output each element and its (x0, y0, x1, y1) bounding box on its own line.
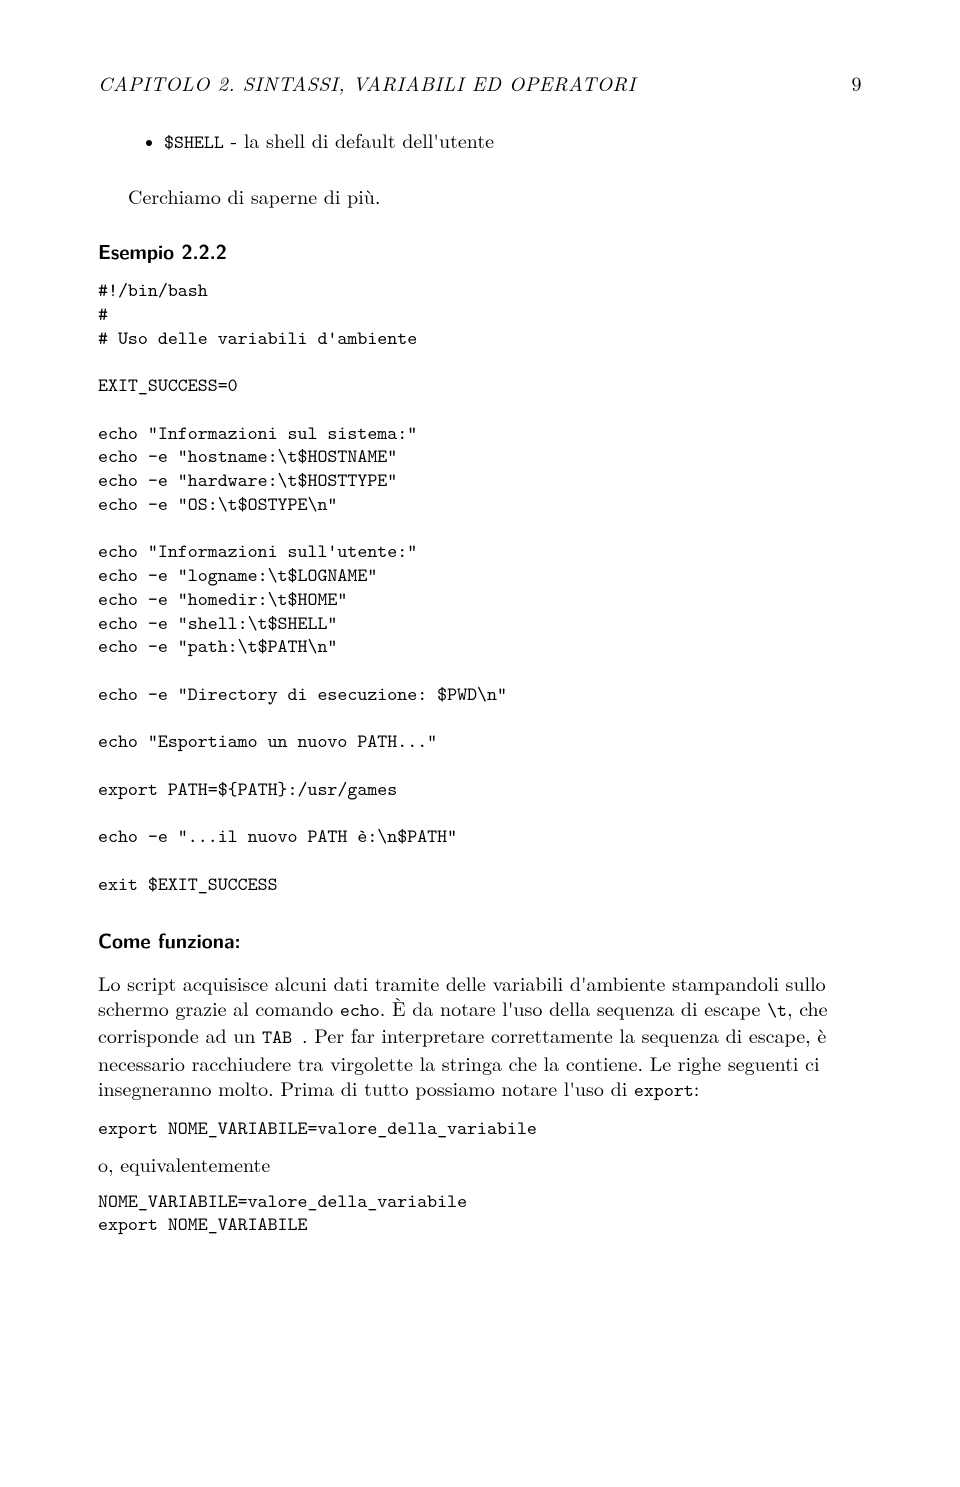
code-block-export-2: NOME_VARIABILE=valore_della_variabile ex… (98, 1190, 862, 1238)
bullet-text: $SHELL - la shell di default dell'utente (164, 125, 494, 154)
how-it-works-heading: Come funziona: (98, 919, 862, 958)
header-title: CAPITOLO 2. SINTASSI, VARIABILI ED OPERA… (98, 68, 636, 97)
explanation-text-5: : (694, 1073, 700, 1102)
bullet-icon (146, 140, 152, 146)
bullet-code: $SHELL (164, 130, 224, 155)
explanation-text-2: . È da notare l'uso della sequenza di es… (380, 993, 767, 1022)
explanation-tt-export: export (634, 1078, 694, 1103)
explanation-tt-echo: echo (340, 998, 380, 1023)
explanation-tt-escape: \t (767, 998, 787, 1023)
intro-sentence: Cerchiamo di saperne di più. (98, 183, 862, 208)
page-number: 9 (852, 68, 863, 97)
code-block-export-1: export NOME_VARIABILE=valore_della_varia… (98, 1117, 862, 1141)
example-label: Esempio 2.2.2 (98, 236, 227, 265)
bullet-item: $SHELL - la shell di default dell'utente (146, 125, 862, 155)
code-block-main: #!/bin/bash # # Uso delle variabili d'am… (98, 279, 862, 897)
equivalently-text: o, equivalentemente (98, 1151, 862, 1176)
explanation-tt-tab: TAB (262, 1025, 302, 1050)
how-it-works-label: Come funziona: (98, 925, 241, 954)
page-container: CAPITOLO 2. SINTASSI, VARIABILI ED OPERA… (0, 0, 960, 1487)
bullet-rest: - la shell di default dell'utente (224, 125, 494, 154)
explanation-paragraph: Lo script acquisisce alcuni dati tramite… (98, 970, 862, 1103)
running-header: CAPITOLO 2. SINTASSI, VARIABILI ED OPERA… (98, 68, 862, 97)
example-heading: Esempio 2.2.2 (98, 230, 862, 269)
